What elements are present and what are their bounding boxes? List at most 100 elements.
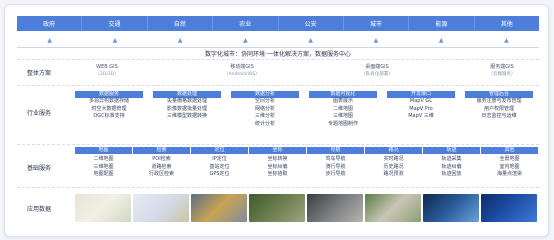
- up-arrow-icon: ▲: [177, 36, 183, 44]
- data-thumbnail-aerial-green[interactable]: [249, 194, 305, 222]
- up-arrow-icon: ▲: [438, 36, 444, 44]
- service-block-title: 数据服务: [75, 91, 143, 98]
- service-block-title: 数据处理: [153, 91, 221, 98]
- data-thumbnail-stadium[interactable]: [365, 194, 421, 222]
- service-item: 矢量栅格数据处理: [166, 98, 207, 104]
- service-item: 多源异构数据存储: [88, 98, 129, 104]
- base-item: 二维地图: [93, 156, 114, 162]
- slogan: 数字化城市：协同环境·一体化解决方案，数据服务中心: [205, 51, 351, 58]
- base-item: 地图配图: [93, 171, 114, 177]
- service-item: 三维模型数据转换: [166, 113, 207, 119]
- base-column-title: 地图: [75, 147, 132, 154]
- arrow-row: ▲ ▲ ▲ ▲ ▲ ▲ ▲ ▲: [17, 35, 539, 45]
- base-item: 坐标纠偏: [267, 163, 288, 170]
- base-column-title: 坐标: [249, 147, 306, 154]
- row-services: 行业服务 数据服务 多源异构数据存储 时空大数据管理 OGC标准支持 数据处理 矢量栅格数…: [17, 85, 539, 142]
- up-arrow-icon: ▲: [47, 36, 52, 44]
- solution-subtitle: （云端服务）: [488, 72, 516, 77]
- service-item: 时空大数据管理: [91, 105, 127, 112]
- service-block: 数据服务 多源异构数据存储 时空大数据管理 OGC标准支持: [75, 91, 143, 121]
- solution-title: WEB GIS: [96, 64, 118, 70]
- service-item: 用户权限管理: [483, 105, 514, 112]
- solution-title: 服务端GIS: [490, 64, 514, 70]
- industry-tab-1[interactable]: 交通: [82, 16, 148, 31]
- service-item: MapV GL: [409, 98, 433, 104]
- base-item: IP定位: [212, 156, 227, 162]
- industry-tab-3[interactable]: 农业: [213, 16, 279, 31]
- industry-tab-5[interactable]: 城市: [343, 16, 410, 31]
- base-column: 轨迹采集 轨迹纠偏 轨迹回放: [423, 156, 480, 179]
- base-item: 道路检索: [151, 163, 172, 170]
- base-item: 海量点渲染: [496, 171, 522, 177]
- base-item: 行政区检索: [148, 171, 174, 177]
- solution-item: 服务端GIS （云端服务）: [472, 64, 532, 78]
- solution-subtitle: （私有化部署）: [361, 72, 393, 77]
- row-data: 应用数据: [17, 187, 539, 228]
- data-thumbnail-vector-map[interactable]: [75, 194, 131, 222]
- base-column-title: 路况: [365, 147, 422, 154]
- industry-tab-6[interactable]: 能源: [409, 16, 475, 31]
- industry-tab-7[interactable]: 其他: [474, 16, 539, 31]
- base-column: POI检索 道路检索 行政区检索: [133, 156, 190, 179]
- service-block-title: 开发接口: [387, 91, 455, 98]
- service-block: 开发接口 MapV GL MapV Pro MapV 三维: [387, 91, 455, 121]
- base-item: 驾车导航: [325, 156, 346, 162]
- base-item: 实时路况: [383, 156, 404, 162]
- service-block: 数据可视化 图表展示 二维地图 三维地图 专题地图制作: [309, 91, 377, 128]
- base-column: 全景地图 室内地图 海量点渲染: [481, 156, 538, 179]
- base-item: 轨迹采集: [441, 156, 462, 162]
- service-block-title: 数据可视化: [309, 91, 377, 98]
- base-item: 轨迹回放: [441, 171, 462, 177]
- row-solutions: 整体方案 WEB GIS （2D/3D） 移动端GIS （Android/iOS） 桌面…: [17, 59, 539, 84]
- industry-tab-2[interactable]: 自然: [147, 16, 214, 31]
- industry-tab-4[interactable]: 公安: [278, 16, 344, 31]
- base-item: 全景地图: [499, 156, 520, 162]
- base-item: POI检索: [152, 156, 171, 162]
- service-item: 三维分析: [254, 113, 275, 119]
- service-item: 日志监控与运维: [481, 113, 517, 119]
- base-column: 驾车导航 骑行导航 步行导航: [307, 156, 364, 179]
- service-item: 专题地图制作: [327, 120, 358, 127]
- base-item: 三维地图: [93, 163, 114, 170]
- base-item: GPS定位: [209, 171, 230, 177]
- data-thumbnail-city-traffic[interactable]: [191, 194, 247, 222]
- base-item: 步行导航: [325, 171, 346, 177]
- base-item: 历史路况: [383, 163, 404, 170]
- base-item: 骑行导航: [325, 163, 346, 170]
- row-base: 基础服务 地图 二维地图 三维地图 地图配图 检索 POI检索 道路检索 行政区检索 定位 IP定…: [17, 144, 539, 185]
- base-column: IP定位 基站定位 GPS定位: [191, 156, 248, 179]
- up-arrow-icon: ▲: [112, 36, 118, 44]
- base-column: 二维地图 三维地图 地图配图: [75, 156, 132, 179]
- service-item: 服务注册与发布管理: [476, 98, 522, 104]
- service-item: 图表展示: [332, 98, 353, 104]
- industry-bar: 政府 交通 自然 农业 公安 城市 能源 其他: [17, 16, 539, 31]
- up-arrow-icon: ▲: [308, 36, 313, 44]
- data-thumbnail-data-screen[interactable]: [481, 194, 537, 222]
- row-label-base: 基础服务: [26, 165, 51, 172]
- base-column-title: 轨迹: [423, 147, 480, 154]
- base-item: 坐标拾取: [267, 171, 288, 177]
- architecture-card: 政府 交通 自然 农业 公安 城市 能源 其他 ▲ ▲ ▲ ▲ ▲ ▲ ▲ ▲ 数字化城市：协同环境·一体化…: [4, 4, 549, 237]
- service-item: MapV Pro: [409, 105, 433, 112]
- industry-tab-0[interactable]: 政府: [17, 16, 83, 31]
- base-column-title: 其他: [481, 147, 538, 154]
- service-item: OGC标准支持: [93, 113, 125, 119]
- solution-item: WEB GIS （2D/3D）: [77, 64, 137, 78]
- base-column: 实时路况 历史路况 路况预测: [365, 156, 422, 179]
- row-label-data: 应用数据: [26, 206, 51, 213]
- row-label-solutions: 整体方案: [26, 70, 51, 77]
- base-column-title: 导航: [307, 147, 364, 154]
- data-thumbnail-night-view[interactable]: [423, 194, 479, 222]
- service-item: 影像数据批量处理: [166, 105, 207, 112]
- service-item: 三维地图: [332, 113, 353, 119]
- service-block-title: 数据分析: [231, 91, 299, 98]
- solution-item: 桌面端GIS （私有化部署）: [347, 64, 407, 78]
- solution-subtitle: （Android/iOS）: [224, 72, 260, 77]
- base-column-title: 检索: [133, 147, 190, 154]
- base-item: 轨迹纠偏: [441, 163, 462, 170]
- solution-item: 移动端GIS （Android/iOS）: [212, 64, 272, 78]
- data-thumbnail-aerial-city[interactable]: [307, 194, 363, 222]
- service-block-title: 管理后台: [465, 91, 533, 98]
- solution-title: 移动端GIS: [230, 64, 254, 70]
- data-thumbnail-road-map[interactable]: [133, 194, 189, 222]
